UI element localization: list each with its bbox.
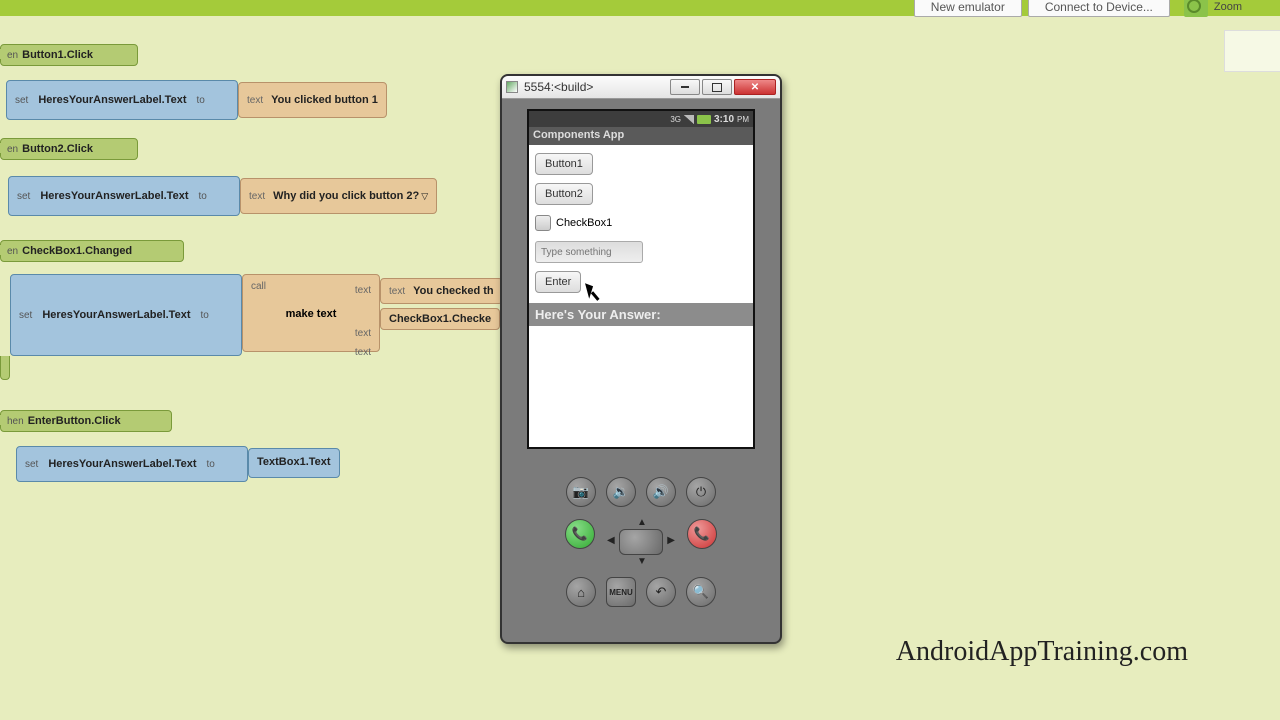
power-icon[interactable]: ⏻ [686,477,716,507]
emulator-app-icon [506,81,518,93]
set-block-2[interactable]: set HeresYourAnswerLabel.Text to [8,176,240,216]
app-enter-button[interactable]: Enter [535,271,581,293]
text-block-1[interactable]: text You clicked button 1 [238,82,387,118]
close-button[interactable]: ✕ [734,79,776,95]
search-icon[interactable]: 🔍 [686,577,716,607]
text-block-2[interactable]: text Why did you click button 2?▽ [240,178,437,214]
hw-row-1: 📷 🔉 🔊 ⏻ [502,477,780,507]
dpad[interactable]: ▲ ◀ ▶ ▼ [605,519,677,565]
app-checkbox1[interactable] [535,215,551,231]
volume-up-icon[interactable]: 🔊 [646,477,676,507]
dpad-up-icon[interactable]: ▲ [637,517,647,528]
watermark-text: AndroidAppTraining.com [896,636,1188,668]
dpad-right-icon[interactable]: ▶ [667,535,675,546]
hw-row-2: 📞 ▲ ◀ ▶ ▼ 📞 [502,519,780,565]
dpad-down-icon[interactable]: ▼ [637,556,647,567]
emulator-title: 5554:<build> [524,80,668,94]
minimize-button[interactable] [670,79,700,95]
back-icon[interactable]: ↶ [646,577,676,607]
call-block-maketext[interactable]: call text make text text text [242,274,380,352]
answer-label: Here's Your Answer: [529,303,753,326]
phone-screen: 3G 3:10 PM Components App Button1 Button… [527,109,755,449]
dpad-center[interactable] [619,529,663,555]
battery-icon [697,115,711,124]
threeg-icon: 3G [670,115,681,124]
event-block-enterbutton-click[interactable]: henEnterButton.Click [0,410,172,432]
getter-block-textbox1-text[interactable]: TextBox1.Text [248,448,340,478]
set-block-4[interactable]: set HeresYourAnswerLabel.Text to [16,446,248,482]
android-statusbar: 3G 3:10 PM [529,111,753,127]
status-time: 3:10 [714,114,734,125]
signal-icon [684,115,694,124]
home-icon[interactable]: ⌂ [566,577,596,607]
do-container-3 [0,356,10,380]
zoom-label: Zoom [1214,1,1242,13]
toolbar: New emulator Connect to Device... Zoom [914,0,1250,17]
zoom-icon [1184,0,1208,17]
app-checkbox1-label: CheckBox1 [556,217,612,229]
set-block-3[interactable]: set HeresYourAnswerLabel.Text to [10,274,242,356]
event-block-checkbox1-changed[interactable]: enCheckBox1.Changed [0,240,184,262]
getter-block-checkbox-checked[interactable]: CheckBox1.Checke [380,308,500,330]
hw-row-3: ⌂ MENU ↶ 🔍 [502,577,780,607]
status-ampm: PM [737,115,749,124]
text-block-3a[interactable]: text You checked th [380,278,503,304]
app-button1[interactable]: Button1 [535,153,593,175]
app-button2[interactable]: Button2 [535,183,593,205]
emulator-titlebar[interactable]: 5554:<build> ✕ [502,76,780,99]
new-emulator-button[interactable]: New emulator [914,0,1022,17]
call-icon[interactable]: 📞 [565,519,595,549]
set-block-1[interactable]: set HeresYourAnswerLabel.Text to [6,80,238,120]
dpad-left-icon[interactable]: ◀ [607,535,615,546]
end-call-icon[interactable]: 📞 [687,519,717,549]
menu-button[interactable]: MENU [606,577,636,607]
zoom-control[interactable]: Zoom [1176,0,1250,17]
app-textbox1[interactable] [535,241,643,263]
connect-device-button[interactable]: Connect to Device... [1028,0,1170,17]
camera-icon[interactable]: 📷 [566,477,596,507]
app-body: Button1 Button2 CheckBox1 Enter [529,145,753,301]
app-titlebar: Components App [529,127,753,145]
event-block-button2-click[interactable]: enButton2.Click [0,138,138,160]
volume-down-icon[interactable]: 🔉 [606,477,636,507]
maximize-button[interactable] [702,79,732,95]
event-block-button1-click[interactable]: enButton1.Click [0,44,138,66]
emulator-window[interactable]: 5554:<build> ✕ 3G 3:10 PM Components App… [500,74,782,644]
